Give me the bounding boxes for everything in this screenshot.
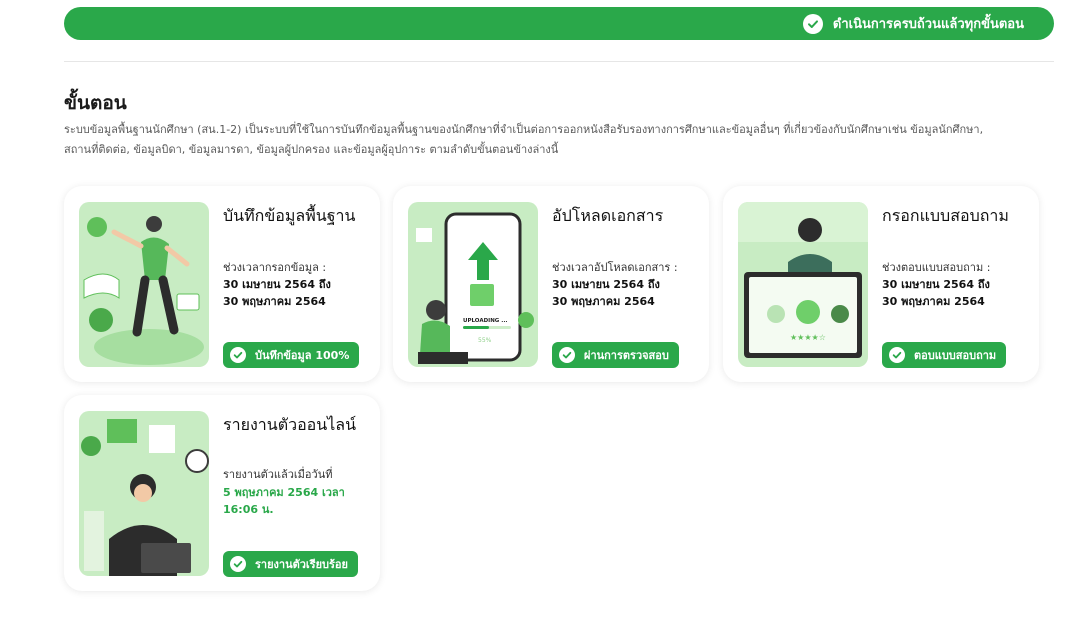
svg-text:★★★★☆: ★★★★☆ [790,333,826,342]
answer-questionnaire-button[interactable]: ตอบแบบสอบถาม [882,342,1007,368]
steps-description: ระบบข้อมูลพื้นฐานนักศึกษา (สน.1-2) เป็นร… [64,120,1039,160]
passed-review-button-label: ผ่านการตรวจสอบ [584,349,669,362]
report-complete-button-label: รายงานตัวเรียบร้อย [255,558,348,571]
card-info-line-2: 30 พฤษภาคม 2564 [552,295,655,308]
card-title: บันทึกข้อมูลพื้นฐาน [223,206,356,225]
check-circle-icon [559,347,575,363]
upload-documents-illustration: UPLOADING ... 55% [408,202,538,367]
check-circle-icon [230,556,246,572]
card-info-line-2: 16:06 น. [223,503,274,516]
check-circle-icon [889,347,905,363]
card-info-line-1: 30 เมษายน 2564 ถึง [882,278,990,291]
step-card-online-report: รายงานตัวออนไลน์ รายงานตัวแล้วเมื่อวันที… [64,395,380,591]
report-complete-button[interactable]: รายงานตัวเรียบร้อย [223,551,358,577]
save-data-button[interactable]: บันทึกข้อมูล 100% [223,342,360,368]
card-info-label: ช่วงเวลาอัปโหลดเอกสาร : [552,261,678,274]
upload-percent-text: 55% [478,337,492,344]
card-title: รายงานตัวออนไลน์ [223,415,357,434]
answer-questionnaire-button-label: ตอบแบบสอบถาม [914,349,997,362]
steps-description-line-2: สถานที่ติดต่อ, ข้อมูลบิดา, ข้อมูลมารดา, … [64,143,559,156]
completion-banner: ดำเนินการครบถ้วนแล้วทุกขั้นตอน [64,7,1054,40]
card-title: อัปโหลดเอกสาร [552,206,664,225]
steps-title: ขั้นตอน [64,92,127,114]
card-info-line-2: 30 พฤษภาคม 2564 [882,295,985,308]
card-info-line-1: 30 เมษายน 2564 ถึง [552,278,660,291]
online-report-illustration [79,411,209,576]
questionnaire-illustration: ★★★★☆ [738,202,868,367]
card-info-label: ช่วงตอบแบบสอบถาม : [882,261,991,274]
check-circle-icon [802,13,823,34]
card-info-line-2: 30 พฤษภาคม 2564 [223,295,326,308]
card-info-label: รายงานตัวแล้วเมื่อวันที่ [223,468,333,481]
check-circle-icon [230,347,246,363]
basic-info-illustration [79,202,209,367]
save-data-button-label: บันทึกข้อมูล 100% [255,349,350,362]
card-info-line-1: 5 พฤษภาคม 2564 เวลา [223,486,345,499]
divider [64,61,1054,62]
step-card-questionnaire: ★★★★☆ กรอกแบบสอบถาม ช่วงตอบแบบสอบถาม : 3… [723,186,1039,382]
card-info-line-1: 30 เมษายน 2564 ถึง [223,278,331,291]
passed-review-button[interactable]: ผ่านการตรวจสอบ [552,342,679,368]
step-card-upload-documents: UPLOADING ... 55% อัปโหลดเอกสาร ช่วงเวลา… [393,186,709,382]
step-card-basic-info: บันทึกข้อมูลพื้นฐาน ช่วงเวลากรอกข้อมูล :… [64,186,380,382]
steps-description-line-1: ระบบข้อมูลพื้นฐานนักศึกษา (สน.1-2) เป็นร… [64,123,984,136]
card-info-label: ช่วงเวลากรอกข้อมูล : [223,261,327,274]
completion-banner-label: ดำเนินการครบถ้วนแล้วทุกขั้นตอน [832,17,1024,32]
card-title: กรอกแบบสอบถาม [882,206,1009,225]
uploading-text: UPLOADING ... [463,318,508,324]
